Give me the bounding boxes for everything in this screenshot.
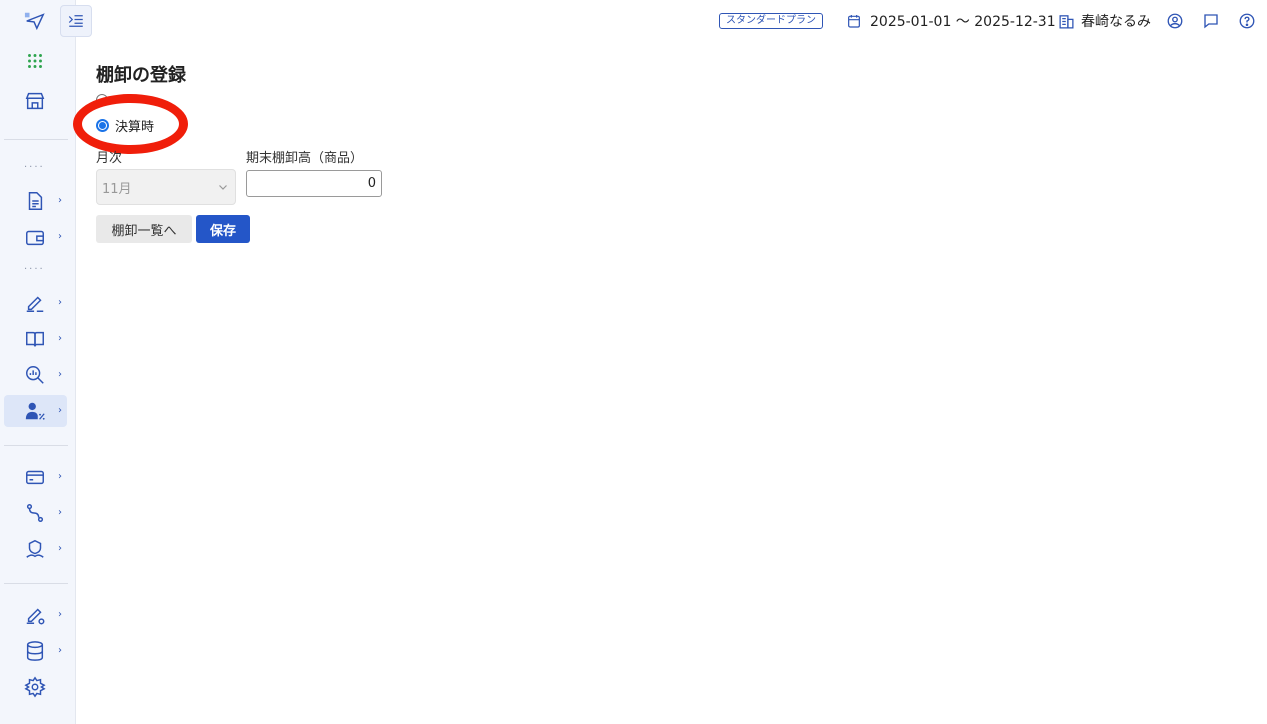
inventory-amount-input[interactable]: 0	[246, 170, 382, 197]
radio-monthly[interactable]	[96, 94, 108, 106]
chevron-right-icon[interactable]: ›	[58, 508, 66, 518]
chevron-right-icon[interactable]: ›	[58, 544, 66, 554]
sign-settings-icon[interactable]	[22, 602, 48, 628]
chevron-right-icon[interactable]: ›	[58, 298, 66, 308]
sidebar-divider	[4, 445, 68, 446]
sidebar-divider	[4, 583, 68, 584]
period-text: 2025-01-01 〜 2025-12-31	[870, 14, 1056, 30]
save-button[interactable]: 保存	[196, 215, 250, 243]
chevron-right-icon[interactable]: ›	[58, 232, 66, 242]
company-user[interactable]: 春崎なるみ	[1058, 11, 1151, 31]
radio-closing[interactable]: 決算時	[96, 117, 155, 135]
chevron-right-icon[interactable]: ›	[58, 334, 66, 344]
radio-closing-selected[interactable]	[96, 118, 109, 132]
user-percent-icon[interactable]	[22, 398, 48, 424]
chevron-right-icon[interactable]: ›	[58, 370, 66, 380]
month-select-value: 11月	[102, 181, 132, 197]
sign-pen-icon[interactable]	[22, 290, 48, 316]
hand-shield-icon[interactable]	[22, 536, 48, 562]
account-icon[interactable]	[1165, 11, 1185, 31]
menu-collapse-icon	[68, 15, 83, 27]
inventory-label: 期末棚卸高（商品）	[246, 151, 364, 166]
section-dots-icon: ····	[24, 162, 45, 173]
analytics-search-icon[interactable]	[22, 362, 48, 388]
chevron-right-icon[interactable]: ›	[58, 406, 66, 416]
chevron-right-icon[interactable]: ›	[58, 472, 66, 482]
route-icon[interactable]	[22, 500, 48, 526]
apps-grid-icon[interactable]	[22, 48, 48, 74]
help-icon[interactable]	[1237, 11, 1257, 31]
building-icon	[1059, 14, 1074, 29]
chat-icon[interactable]	[1201, 11, 1221, 31]
page-title: 棚卸の登録	[96, 65, 186, 86]
chevron-right-icon[interactable]: ›	[58, 646, 66, 656]
sidebar-divider	[4, 139, 68, 140]
fiscal-period[interactable]: 2025-01-01 〜 2025-12-31	[846, 11, 1056, 31]
plan-badge[interactable]: スタンダードプラン	[719, 13, 823, 29]
credit-card-icon[interactable]	[22, 464, 48, 490]
app-logo-icon[interactable]	[22, 8, 48, 34]
calendar-icon	[848, 15, 860, 28]
book-icon[interactable]	[22, 326, 48, 352]
chevron-down-icon	[219, 185, 227, 190]
radio-closing-label: 決算時	[115, 119, 155, 135]
inventory-list-button[interactable]: 棚卸一覧へ	[96, 215, 192, 243]
wallet-icon[interactable]	[22, 224, 48, 250]
database-icon[interactable]	[22, 638, 48, 664]
sidebar: ···· › › ···· › › › › › › › › ›	[0, 0, 76, 724]
user-name: 春崎なるみ	[1081, 14, 1151, 30]
gear-icon[interactable]	[22, 674, 48, 700]
chevron-right-icon[interactable]: ›	[58, 196, 66, 206]
store-icon[interactable]	[22, 88, 48, 114]
month-select[interactable]: 11月	[96, 169, 236, 205]
document-icon[interactable]	[22, 188, 48, 214]
month-label: 月次	[96, 151, 123, 166]
section-dots-icon: ····	[24, 264, 45, 275]
sidebar-toggle-button[interactable]	[60, 5, 92, 37]
chevron-right-icon[interactable]: ›	[58, 610, 66, 620]
